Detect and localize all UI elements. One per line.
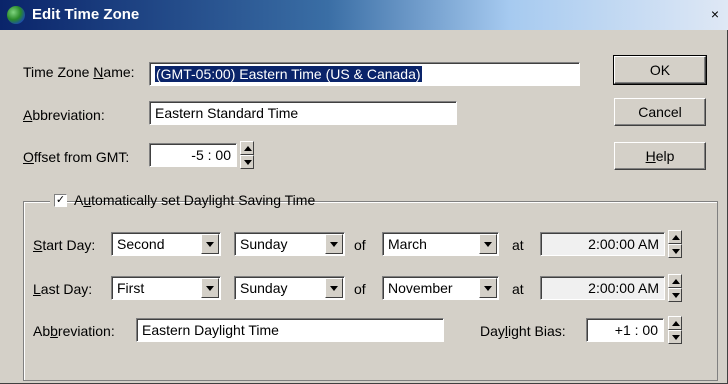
daylight-bias-spinner[interactable]	[668, 316, 682, 344]
chevron-down-icon[interactable]	[201, 234, 219, 254]
cancel-button[interactable]: Cancel	[614, 98, 706, 126]
spin-up-icon[interactable]	[668, 274, 682, 288]
spin-up-icon[interactable]	[240, 141, 254, 155]
offset-hours[interactable]: -5	[191, 147, 203, 163]
chevron-down-icon[interactable]	[325, 234, 343, 254]
start-at-label: at	[512, 237, 524, 253]
start-month-select[interactable]: March	[382, 232, 499, 256]
start-day-select[interactable]: Sunday	[234, 232, 345, 256]
daylight-abbreviation-label: Abbreviation:	[33, 323, 115, 339]
spin-down-icon[interactable]	[240, 155, 254, 169]
close-button[interactable]: ×	[706, 6, 724, 22]
start-time-spinner[interactable]	[668, 230, 682, 258]
edit-time-zone-dialog: Edit Time Zone × Time Zone Name: (GMT-05…	[0, 0, 728, 384]
start-time-input[interactable]: 2:00:00 AM	[540, 232, 665, 256]
last-of-label: of	[354, 281, 366, 297]
time-zone-name-label: Time Zone Name:	[23, 64, 135, 80]
last-time-spinner[interactable]	[668, 274, 682, 302]
chevron-down-icon[interactable]	[479, 278, 497, 298]
daylight-abbreviation-input[interactable]: Eastern Daylight Time	[136, 318, 444, 342]
spin-down-icon[interactable]	[668, 330, 682, 344]
spin-up-icon[interactable]	[668, 230, 682, 244]
offset-spinner[interactable]	[240, 141, 254, 169]
start-week-select[interactable]: Second	[111, 232, 221, 256]
time-zone-name-input[interactable]: (GMT-05:00) Eastern Time (US & Canada)	[149, 62, 580, 86]
daylight-bias-label: Daylight Bias:	[480, 323, 566, 339]
offset-label: Offset from GMT:	[23, 149, 130, 165]
ok-button[interactable]: OK	[613, 55, 707, 85]
offset-minutes[interactable]: 00	[215, 147, 231, 163]
last-day-label: Last Day:	[33, 281, 93, 297]
auto-dst-label: Automatically set Daylight Saving Time	[74, 192, 316, 208]
help-button[interactable]: Help	[614, 142, 706, 170]
last-at-label: at	[512, 281, 524, 297]
spin-up-icon[interactable]	[668, 316, 682, 330]
spin-down-icon[interactable]	[668, 244, 682, 258]
spin-down-icon[interactable]	[668, 288, 682, 302]
auto-dst-checkbox-row[interactable]: ✓ Automatically set Daylight Saving Time	[50, 192, 315, 212]
daylight-bias-input[interactable]: +1 : 00	[586, 318, 664, 342]
last-month-select[interactable]: November	[382, 276, 499, 300]
last-time-input[interactable]: 2:00:00 AM	[540, 276, 665, 300]
auto-dst-checkbox[interactable]: ✓	[54, 194, 67, 207]
chevron-down-icon[interactable]	[325, 278, 343, 298]
bias-hours[interactable]: +1	[615, 322, 631, 338]
offset-input[interactable]: -5 : 00	[149, 143, 237, 167]
abbreviation-label: Abbreviation:	[23, 107, 105, 123]
last-day-select[interactable]: Sunday	[234, 276, 345, 300]
globe-icon	[7, 6, 25, 24]
window-title: Edit Time Zone	[32, 6, 140, 23]
chevron-down-icon[interactable]	[479, 234, 497, 254]
title-bar[interactable]: Edit Time Zone ×	[0, 0, 728, 30]
chevron-down-icon[interactable]	[201, 278, 219, 298]
start-day-label: Start Day:	[33, 237, 96, 253]
abbreviation-input[interactable]: Eastern Standard Time	[149, 101, 457, 125]
bias-minutes[interactable]: 00	[642, 322, 658, 338]
start-of-label: of	[354, 237, 366, 253]
last-week-select[interactable]: First	[111, 276, 221, 300]
